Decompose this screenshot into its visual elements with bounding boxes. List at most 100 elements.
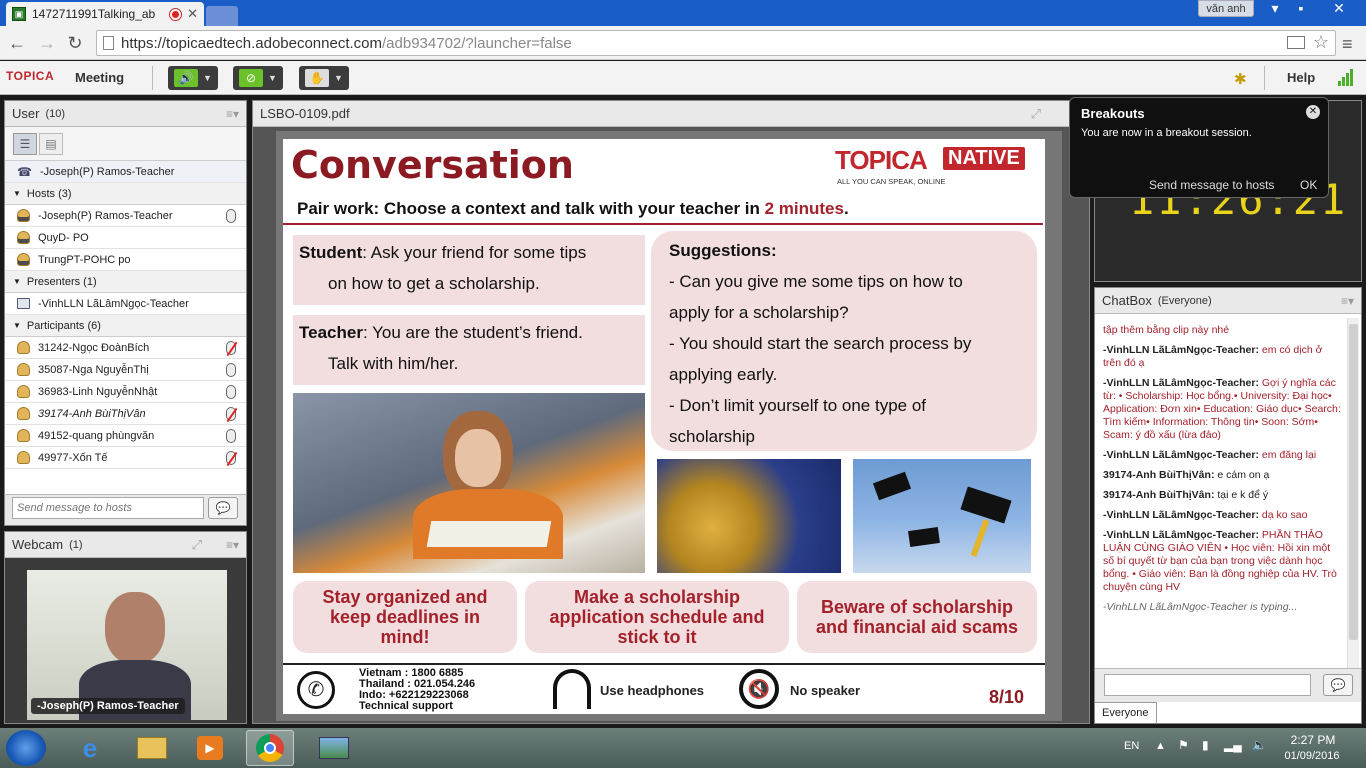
network-icon[interactable]: ▂▄ <box>1224 738 1242 752</box>
action-center-icon[interactable]: ⚑ <box>1178 738 1189 752</box>
host-row[interactable]: -Joseph(P) Ramos-Teacher <box>5 205 246 227</box>
open-book <box>426 521 552 547</box>
microphone-button[interactable]: ⊘ ▼ <box>233 66 283 90</box>
participant-user-icon <box>17 385 30 398</box>
media-player-icon[interactable]: ▶ <box>186 730 234 766</box>
address-bar[interactable]: https://topicaedtech.adobeconnect.com/ad… <box>96 30 1336 56</box>
browser-tab-active[interactable]: ▣ 1472711991Talking_ab ✕ <box>6 2 204 26</box>
hosts-section[interactable]: ▼ Hosts (3) <box>5 183 246 205</box>
breakouts-ok-button[interactable]: OK <box>1300 178 1317 192</box>
detail-view-icon[interactable]: ▤ <box>39 132 63 155</box>
clock-date[interactable]: 01/09/2016 <box>1280 750 1344 762</box>
clock-time[interactable]: 2:27 PM <box>1283 733 1343 747</box>
chat-input[interactable] <box>1104 674 1311 696</box>
chevron-down-icon: ▼ <box>268 73 277 83</box>
status-button[interactable]: ✋ ▼ <box>299 66 349 90</box>
instruction-text: Pair work: Choose a context and talk wit… <box>297 199 849 218</box>
participant-row[interactable]: 49977-Xốn Tế <box>5 447 246 469</box>
headphones-icon <box>553 669 591 709</box>
participants-section[interactable]: ▼ Participants (6) <box>5 315 246 337</box>
file-explorer-icon[interactable] <box>128 730 176 766</box>
hosts-label: Hosts (3) <box>26 187 72 200</box>
chrome-taskbar-icon[interactable] <box>246 730 294 766</box>
page-icon <box>103 36 114 50</box>
show-hidden-icons-icon[interactable]: ▲ <box>1155 740 1166 752</box>
presenters-list: -VinhLLN LãLâmNgọc-Teacher <box>5 293 246 315</box>
photo-viewer-icon[interactable] <box>310 730 358 766</box>
volume-icon[interactable]: 🔈 <box>1252 738 1267 752</box>
pod-menu-icon[interactable]: ≡▾ <box>226 538 239 552</box>
headphones-label: Use headphones <box>600 683 705 698</box>
internet-explorer-icon[interactable]: e <box>66 730 114 766</box>
presenters-section[interactable]: ▼ Presenters (1) <box>5 271 246 293</box>
fullscreen-icon[interactable]: ⤢ <box>1031 106 1041 122</box>
tip-box-3: Beware of scholarship and financial aid … <box>797 581 1037 653</box>
suggestion-line: apply for a scholarship? <box>669 303 849 322</box>
windows-start-button[interactable] <box>6 730 46 766</box>
teacher-box: Teacher: You are the student’s friend. T… <box>293 315 645 385</box>
layouts-icon[interactable]: ✱ <box>1234 70 1247 88</box>
back-arrow-icon[interactable]: ← <box>6 33 28 54</box>
restore-icon[interactable]: ▪ <box>1288 0 1314 16</box>
list-view-icon[interactable]: ☰ <box>13 132 37 155</box>
presenter-row[interactable]: -VinhLLN LãLâmNgọc-Teacher <box>5 293 246 315</box>
recording-icon <box>170 8 182 20</box>
chat-send-button[interactable]: 💬 <box>1323 674 1353 696</box>
suggestion-line: - You should start the search process by <box>669 334 972 353</box>
participant-row[interactable]: 31242-Ngọc ĐoànBích <box>5 337 246 359</box>
chat-tab-everyone[interactable]: Everyone <box>1095 702 1157 723</box>
mic-muted-icon <box>226 407 236 421</box>
url-path: /adb934702/?launcher=false <box>382 34 572 52</box>
chat-scrollbar[interactable] <box>1347 318 1359 668</box>
chrome-menu-icon[interactable]: ≡ <box>1342 34 1353 55</box>
share-pod-title: LSBO-0109.pdf <box>260 106 350 121</box>
pod-menu-icon[interactable]: ≡▾ <box>226 107 239 121</box>
breakouts-send-to-hosts[interactable]: Send message to hosts <box>1149 178 1274 192</box>
tip-box-2: Make a scholarship application schedule … <box>525 581 789 653</box>
fullscreen-icon[interactable]: ⤢ <box>192 537 202 553</box>
tab-close-icon[interactable]: ✕ <box>187 6 198 22</box>
send-message-button[interactable]: 💬 <box>208 497 238 519</box>
chat-pod-title: ChatBox <box>1102 293 1152 308</box>
speaker-icon: 🔊 <box>174 69 199 87</box>
participants-list: 31242-Ngọc ĐoànBích 35087-Nga NguyễnThị 36… <box>5 337 246 469</box>
forward-arrow-icon[interactable]: → <box>36 33 58 54</box>
tab-title: 1472711991Talking_ab <box>32 7 156 21</box>
send-to-hosts-input[interactable] <box>12 497 204 519</box>
meeting-menu[interactable]: Meeting <box>75 70 124 85</box>
help-menu[interactable]: Help <box>1287 70 1315 85</box>
presenter-screen-icon <box>17 298 30 309</box>
participant-row[interactable]: 49152-quang phùngvăn <box>5 425 246 447</box>
breakouts-message: You are now in a breakout session. <box>1081 127 1252 139</box>
chat-text: e cám on ạ <box>1217 469 1270 481</box>
language-indicator[interactable]: EN <box>1124 740 1139 752</box>
reload-icon[interactable]: ↻ <box>64 33 86 54</box>
chat-scrollbar-thumb[interactable] <box>1349 324 1358 640</box>
pod-menu-icon[interactable]: ≡▾ <box>1341 294 1354 308</box>
bookmark-star-icon[interactable]: ☆ <box>1313 32 1329 53</box>
host-row[interactable]: TrungPT-POHC po <box>5 249 246 271</box>
chrome-profile-button[interactable]: văn anh <box>1198 0 1254 17</box>
participants-label: Participants (6) <box>26 319 101 332</box>
power-icon[interactable]: ▮ <box>1202 738 1209 752</box>
chat-sender: -VinhLLN LãLâmNgọc-Teacher: <box>1103 509 1262 521</box>
new-tab-button[interactable] <box>206 6 238 26</box>
student-photo <box>293 393 645 573</box>
participant-row[interactable]: 36983-Linh NguyễnNhật <box>5 381 246 403</box>
chat-sender: 39174-Anh BùiThịVân: <box>1103 469 1218 481</box>
cast-icon[interactable] <box>1287 36 1305 49</box>
speaker-button[interactable]: 🔊 ▼ <box>168 66 218 90</box>
chat-bubble-icon: 💬 <box>215 501 231 515</box>
breakouts-close-icon[interactable]: ✕ <box>1306 105 1320 119</box>
participant-row[interactable]: 39174-Anh BùiThịVân <box>5 403 246 425</box>
topica-native-logo: TOPICA NATIVE ALL YOU CAN SPEAK, ONLINE <box>835 145 1039 189</box>
host-user-icon <box>17 231 30 244</box>
webcam-caption: -Joseph(P) Ramos-Teacher <box>31 698 185 714</box>
minimize-icon[interactable]: ▾ <box>1262 0 1288 16</box>
host-row[interactable]: QuyD- PO <box>5 227 246 249</box>
typing-indicator: -VinhLLN LãLâmNgọc-Teacher is typing... <box>1103 601 1298 613</box>
window-close-icon[interactable]: ✕ <box>1326 0 1352 16</box>
current-user-row[interactable]: ☎ -Joseph(P) Ramos-Teacher <box>5 161 246 183</box>
chat-message: -VinhLLN LãLâmNgọc-Teacher: dạ ko sao <box>1103 509 1341 522</box>
participant-row[interactable]: 35087-Nga NguyễnThị <box>5 359 246 381</box>
